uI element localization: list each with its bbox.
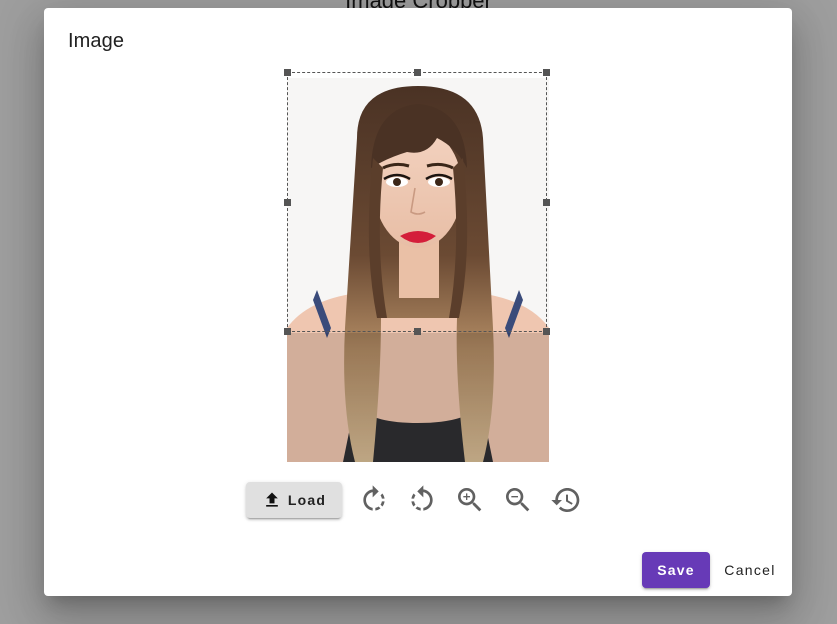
zoom-out-icon <box>506 488 530 512</box>
crop-handle-right[interactable] <box>543 199 550 206</box>
crop-handle-top-left[interactable] <box>284 69 291 76</box>
rotate-left-button[interactable] <box>404 482 440 518</box>
crop-outside-overlay <box>287 333 549 462</box>
rotate-right-button[interactable] <box>356 482 392 518</box>
image-dialog: Image Load Save Cancel <box>44 8 792 596</box>
rotate-right-icon <box>363 485 385 511</box>
rotate-left-icon <box>411 485 433 511</box>
load-button[interactable]: Load <box>246 482 342 518</box>
save-button[interactable]: Save <box>642 552 710 588</box>
zoom-in-icon <box>458 488 482 512</box>
zoom-out-button[interactable] <box>500 482 536 518</box>
crop-handle-bottom-left[interactable] <box>284 328 291 335</box>
load-button-label: Load <box>287 492 327 508</box>
history-icon <box>551 488 580 512</box>
reset-history-button[interactable] <box>548 482 584 518</box>
crop-handle-left[interactable] <box>284 199 291 206</box>
crop-handle-top[interactable] <box>414 69 421 76</box>
crop-handle-bottom[interactable] <box>414 328 421 335</box>
crop-selection-box[interactable] <box>284 69 550 335</box>
dialog-title: Image <box>68 30 125 52</box>
crop-handle-bottom-right[interactable] <box>543 328 550 335</box>
cancel-button[interactable]: Cancel <box>716 552 784 588</box>
image-toolbar: Load <box>246 481 596 519</box>
zoom-in-button[interactable] <box>452 482 488 518</box>
crop-handle-top-right[interactable] <box>543 69 550 76</box>
upload-icon <box>266 492 278 507</box>
